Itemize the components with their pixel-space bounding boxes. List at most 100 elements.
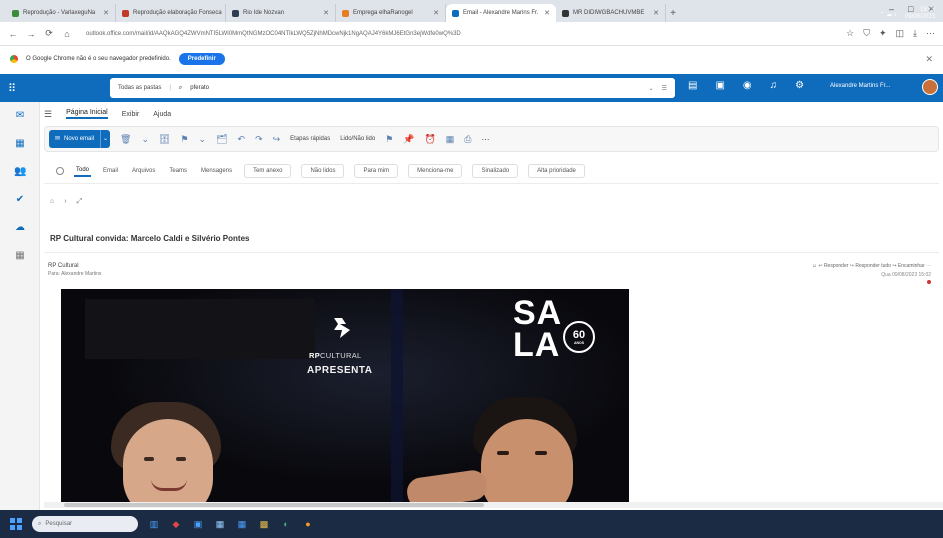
select-all-checkbox[interactable] xyxy=(56,166,64,175)
scrollbar-thumb[interactable] xyxy=(64,503,484,507)
print-icon[interactable]: ⎙ xyxy=(464,134,471,145)
search-scope-dropdown[interactable]: Todas as pastas xyxy=(118,85,161,91)
search-filter-icon[interactable]: ☰ xyxy=(662,85,667,92)
avatar[interactable] xyxy=(922,79,938,95)
user-name[interactable]: Alexandre Martins Fr... xyxy=(830,83,890,89)
report-dropdown-icon[interactable]: ⌄ xyxy=(199,134,207,145)
extension-icon[interactable]: ✦ xyxy=(879,28,887,39)
search-input[interactable]: pferato xyxy=(190,85,209,91)
tab-view[interactable]: Exibir xyxy=(122,111,140,118)
tab-close-icon[interactable]: ✕ xyxy=(103,9,109,17)
calendar-rail-icon[interactable]: ▦ xyxy=(14,138,26,150)
sender-name[interactable]: RP Cultural xyxy=(48,263,79,269)
onedrive-cloud-icon[interactable]: ☁ xyxy=(14,222,26,234)
reply-icon[interactable]: ↶ xyxy=(238,134,246,145)
filter-button[interactable]: Menciona-me xyxy=(408,163,463,178)
settings-gear-icon[interactable]: ⚙ xyxy=(795,80,804,91)
bookmark-star-icon[interactable]: ☆ xyxy=(846,28,854,39)
tab-close-icon[interactable]: ✕ xyxy=(544,9,550,17)
todo-check-icon[interactable]: ✔ xyxy=(14,194,26,206)
filter-button[interactable]: Tem anexo xyxy=(244,163,292,178)
activity-icon[interactable]: ◉ xyxy=(743,80,752,91)
forward-button[interactable]: → xyxy=(26,29,36,39)
horizontal-scrollbar[interactable] xyxy=(44,502,943,508)
app-launcher-icon[interactable]: ⠿ xyxy=(8,82,30,95)
notifications-icon[interactable]: ♫ xyxy=(770,80,778,91)
infobar-close-icon[interactable]: ✕ xyxy=(925,54,933,65)
filter-tab[interactable]: Arquivos xyxy=(130,166,157,176)
quick-steps-button[interactable]: Etapas rápidas xyxy=(290,136,330,142)
reading-home-icon[interactable]: ⌂ xyxy=(50,198,54,206)
more-actions-icon[interactable]: ⋯ xyxy=(481,135,489,144)
meet-now-icon[interactable]: ▤ xyxy=(688,80,697,91)
delete-icon[interactable]: 🗑 xyxy=(120,134,131,145)
browser-tab[interactable]: MR DIDIWGBACHUVMBE ✕ xyxy=(556,4,666,22)
browser-tab[interactable]: Reprodução - VarlaxeguNa ✕ xyxy=(6,4,116,22)
taskbar-app-icon[interactable]: ◐ xyxy=(280,518,292,530)
nav-pane-toggle-icon[interactable]: ☰ xyxy=(44,109,52,120)
taskbar-app-icon[interactable]: ◆ xyxy=(170,518,182,530)
taskbar-app-icon[interactable]: ▣ xyxy=(192,518,204,530)
message-actions[interactable]: ☺ ↩ Responder ↪ Responder tudo ↪ Encamin… xyxy=(812,263,931,269)
flag-icon[interactable]: ⚑ xyxy=(385,134,393,145)
taskbar-app-icon[interactable]: ▦ xyxy=(214,518,226,530)
sidebar-icon[interactable]: ◫ xyxy=(896,28,905,39)
taskbar-app-icon[interactable]: ● xyxy=(302,518,314,530)
browser-tab[interactable]: Reprodução elaboração Fonseca✕ xyxy=(116,4,226,22)
move-to-icon[interactable]: 🗂 xyxy=(216,134,227,145)
tray-icons[interactable]: ⌃ ☁ ♪ xyxy=(880,11,897,18)
filter-tab[interactable]: Teams xyxy=(167,166,189,176)
tab-close-icon[interactable]: ✕ xyxy=(433,9,439,17)
filter-tab[interactable]: Todo xyxy=(74,165,92,177)
filter-button[interactable]: Alta prioridade xyxy=(528,163,585,178)
set-default-button[interactable]: Predefinir xyxy=(178,53,225,65)
tab-close-icon[interactable]: ✕ xyxy=(653,9,659,17)
search-box[interactable]: Todas as pastas | ⌕ pferato ⌄ ☰ xyxy=(110,78,675,98)
search-expand-icon[interactable]: ⌄ xyxy=(649,85,654,92)
categorize-icon[interactable]: ▦ xyxy=(446,134,455,145)
browser-tab[interactable]: Emprega elhaRanogel ✕ xyxy=(336,4,446,22)
calendar-icon[interactable]: ▣ xyxy=(715,80,724,91)
people-icon[interactable]: 👥 xyxy=(14,166,26,178)
taskbar-search[interactable]: ⌕ Pesquisar xyxy=(32,516,138,532)
report-icon[interactable]: ⚑ xyxy=(180,134,188,145)
delete-dropdown-icon[interactable]: ⌄ xyxy=(141,134,149,145)
browser-tab[interactable]: Rio Ide Nozvan ✕ xyxy=(226,4,336,22)
taskbar-app-icon[interactable]: ▩ xyxy=(258,518,270,530)
clock[interactable]: 15:02 09/08/2023 xyxy=(905,7,935,21)
tab-help[interactable]: Ajuda xyxy=(153,111,171,118)
new-tab-button[interactable]: + xyxy=(666,4,680,22)
back-button[interactable]: ← xyxy=(8,29,18,39)
reading-chevron-icon[interactable]: › xyxy=(64,198,66,206)
snooze-icon[interactable]: ⏰ xyxy=(425,134,436,145)
windows-taskbar: ⌕ Pesquisar ▥ ◆ ▣ ▦ ▦ ▩ ◐ ● xyxy=(0,510,943,538)
new-email-button[interactable]: ✉ Novo email xyxy=(49,130,101,148)
forward-icon[interactable]: ↪ xyxy=(273,134,281,145)
reply-all-icon[interactable]: ↷ xyxy=(255,134,263,145)
home-button[interactable]: ⌂ xyxy=(62,29,72,39)
more-apps-icon[interactable]: ▦ xyxy=(14,250,26,262)
filter-tab[interactable]: Mensagens xyxy=(199,166,234,176)
new-email-dropdown[interactable]: ⌄ xyxy=(100,130,111,148)
download-icon[interactable]: ⤓ xyxy=(913,28,917,39)
mail-icon[interactable]: ✉ xyxy=(14,110,26,122)
extension-icon[interactable]: ⛉ xyxy=(863,28,870,39)
archive-icon[interactable]: 🗄 xyxy=(159,134,170,145)
start-button[interactable] xyxy=(10,518,22,530)
tab-close-icon[interactable]: ✕ xyxy=(323,9,329,17)
filter-button[interactable]: Para mim xyxy=(354,163,399,178)
tab-home[interactable]: Página Inicial xyxy=(66,109,108,119)
filter-tab[interactable]: Email xyxy=(101,166,120,176)
browser-tab[interactable]: Email - Alexandre Marins Fr. ✕ xyxy=(446,4,556,22)
browser-menu-icon[interactable]: ⋯ xyxy=(926,28,935,39)
expand-icon[interactable]: ⤢ xyxy=(77,198,83,206)
taskbar-search-input[interactable]: Pesquisar xyxy=(45,521,72,527)
reload-button[interactable]: ⟳ xyxy=(44,28,54,39)
taskbar-app-icon[interactable]: ▥ xyxy=(148,518,160,530)
url-field[interactable]: outlook.office.com/mail/id/AAQkAGQ4ZWVmN… xyxy=(80,26,838,42)
pin-icon[interactable]: 📌 xyxy=(403,134,414,145)
filter-button[interactable]: Não lidos xyxy=(301,163,345,178)
taskbar-app-icon[interactable]: ▦ xyxy=(236,518,248,530)
filter-button[interactable]: Sinalizado xyxy=(472,163,519,178)
read-unread-button[interactable]: Lido/Não lido xyxy=(340,136,375,142)
